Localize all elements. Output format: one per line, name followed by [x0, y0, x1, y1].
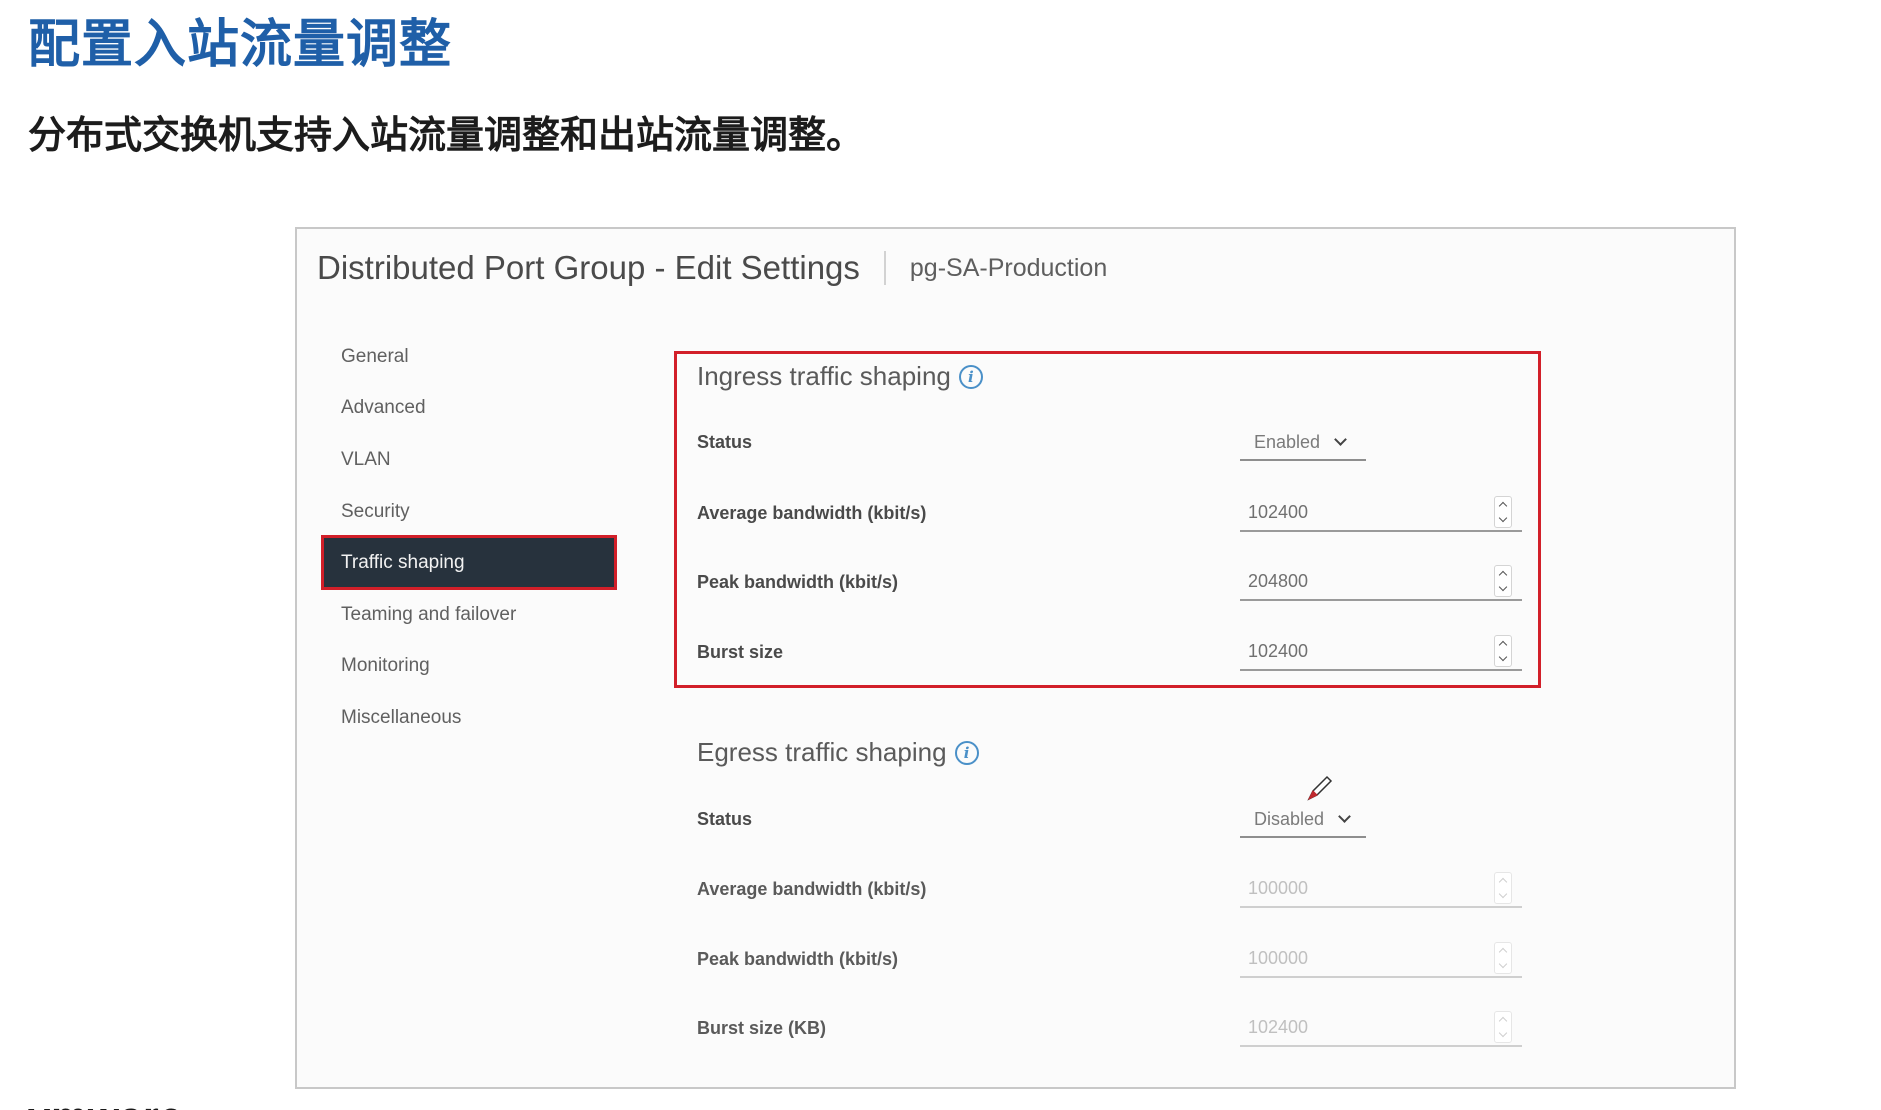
nav-item-traffic-shaping[interactable]: Traffic shaping — [321, 535, 617, 590]
spinner-down-icon[interactable] — [1498, 582, 1508, 592]
ingress-burst-size-input[interactable]: 102400 — [1240, 633, 1522, 671]
chevron-down-icon — [1338, 810, 1351, 823]
ingress-burst-size-label: Burst size — [697, 642, 784, 662]
dialog-header: Distributed Port Group - Edit Settings p… — [317, 249, 1107, 287]
egress-status-value: Disabled — [1254, 808, 1325, 829]
spinner-icon — [1494, 872, 1512, 904]
chevron-down-icon — [1334, 433, 1347, 446]
spinner-down-icon[interactable] — [1498, 652, 1508, 662]
egress-burst-size-value: 102400 — [1248, 1016, 1309, 1037]
info-circle-icon[interactable]: i — [954, 740, 979, 765]
ingress-status-select[interactable]: Enabled — [1240, 425, 1366, 461]
pencil-cursor-icon — [1307, 775, 1333, 801]
spinner-up-icon — [1498, 877, 1508, 887]
egress-section-title: Egress traffic shaping i — [697, 737, 979, 768]
spinner-down-icon — [1498, 959, 1508, 969]
ingress-status-label: Status — [697, 432, 753, 452]
vmware-logo: vmware — [28, 1097, 183, 1110]
ingress-avg-bandwidth-input[interactable]: 102400 — [1240, 494, 1522, 532]
spinner-up-icon — [1498, 947, 1508, 957]
egress-status-select[interactable]: Disabled — [1240, 802, 1366, 838]
spinner-icon — [1494, 942, 1512, 974]
spinner-down-icon[interactable] — [1498, 513, 1508, 523]
nav-item-security[interactable]: Security — [321, 484, 617, 539]
spinner-down-icon — [1498, 889, 1508, 899]
egress-peak-bandwidth-label: Peak bandwidth (kbit/s) — [697, 949, 899, 969]
spinner-up-icon[interactable] — [1498, 501, 1508, 511]
port-group-name: pg-SA-Production — [909, 253, 1108, 282]
ingress-title-text: Ingress traffic shaping — [697, 361, 951, 391]
nav-item-miscellaneous[interactable]: Miscellaneous — [321, 690, 617, 745]
egress-peak-bandwidth-input[interactable]: 100000 — [1240, 940, 1522, 978]
ingress-peak-bandwidth-value: 204800 — [1248, 570, 1309, 591]
spinner-icon[interactable] — [1494, 496, 1512, 528]
spinner-icon[interactable] — [1494, 565, 1512, 597]
ingress-burst-size-value: 102400 — [1248, 640, 1309, 661]
slide-title: 配置入站流量调整 — [28, 15, 453, 75]
egress-avg-bandwidth-input[interactable]: 100000 — [1240, 870, 1522, 908]
ingress-peak-bandwidth-label: Peak bandwidth (kbit/s) — [697, 572, 899, 592]
egress-status-label: Status — [697, 809, 753, 829]
nav-item-monitoring[interactable]: Monitoring — [321, 638, 617, 693]
ingress-peak-bandwidth-input[interactable]: 204800 — [1240, 563, 1522, 601]
slide-subtitle: 分布式交换机支持入站流量调整和出站流量调整。 — [28, 113, 865, 157]
spinner-down-icon — [1498, 1028, 1508, 1038]
egress-avg-bandwidth-label: Average bandwidth (kbit/s) — [697, 879, 927, 899]
nav-item-vlan[interactable]: VLAN — [321, 432, 617, 487]
info-circle-icon[interactable]: i — [958, 364, 983, 389]
spinner-icon[interactable] — [1494, 635, 1512, 667]
header-divider — [883, 251, 886, 285]
edit-settings-dialog: Distributed Port Group - Edit Settings p… — [295, 227, 1736, 1089]
ingress-avg-bandwidth-value: 102400 — [1248, 501, 1309, 522]
egress-burst-size-input[interactable]: 102400 — [1240, 1009, 1522, 1047]
spinner-up-icon[interactable] — [1498, 640, 1508, 650]
spinner-up-icon[interactable] — [1498, 570, 1508, 580]
egress-burst-size-label: Burst size (KB) — [697, 1018, 827, 1038]
spinner-up-icon — [1498, 1016, 1508, 1026]
nav-item-general[interactable]: General — [321, 329, 617, 384]
ingress-avg-bandwidth-label: Average bandwidth (kbit/s) — [697, 503, 927, 523]
egress-peak-bandwidth-value: 100000 — [1248, 947, 1309, 968]
dialog-title: Distributed Port Group - Edit Settings — [317, 249, 860, 286]
ingress-status-value: Enabled — [1254, 431, 1321, 452]
ingress-section-title: Ingress traffic shaping i — [697, 361, 983, 392]
egress-title-text: Egress traffic shaping — [697, 737, 947, 767]
nav-item-advanced[interactable]: Advanced — [321, 380, 617, 435]
nav-item-teaming-and-failover[interactable]: Teaming and failover — [321, 587, 617, 642]
egress-avg-bandwidth-value: 100000 — [1248, 877, 1309, 898]
spinner-icon — [1494, 1011, 1512, 1043]
